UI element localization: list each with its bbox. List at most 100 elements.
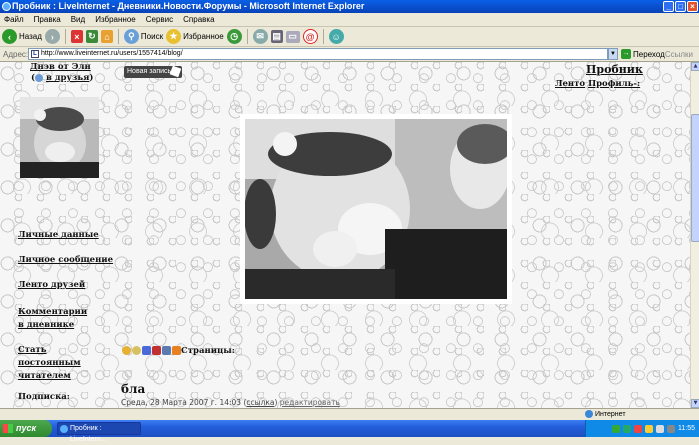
links-button[interactable]: Ссылки <box>665 50 693 59</box>
scroll-down-button[interactable]: ▼ <box>691 399 699 408</box>
security-zone: Интернет <box>585 410 626 418</box>
search-button[interactable]: ⚲ Поиск <box>123 29 164 44</box>
zone-label: Интернет <box>595 410 626 418</box>
status-bar: Интернет <box>0 408 699 420</box>
windows-flag-icon <box>3 424 13 433</box>
user-icon <box>35 73 44 82</box>
forward-button[interactable]: › <box>44 29 60 44</box>
nav-bar: Ленто Профиль-: <box>555 79 640 89</box>
home-button[interactable]: ⌂ <box>100 30 113 43</box>
history-button[interactable]: ◷ <box>226 29 242 44</box>
avatar-photo <box>20 97 99 178</box>
scroll-up-button[interactable]: ▲ <box>691 62 699 71</box>
tray-app-icon[interactable] <box>623 424 631 433</box>
menu-edit[interactable]: Правка <box>34 15 61 24</box>
print-button[interactable]: ▤ <box>270 30 283 43</box>
add-friends-link[interactable]: ( в друзья) <box>31 73 93 83</box>
scroll-thumb[interactable] <box>691 114 699 242</box>
page-icon: L <box>31 50 39 58</box>
post-edit-link[interactable]: редактировать <box>280 398 340 407</box>
toolbar-separator <box>246 29 248 44</box>
sidebar-friends-feed[interactable]: Ленто друзей <box>18 280 85 290</box>
clock: 11:55 <box>678 425 695 432</box>
ie-logo-icon <box>60 425 68 433</box>
back-label: Назад <box>19 32 42 41</box>
toolbar: ‹ Назад › × ↻ ⌂ ⚲ Поиск ★ Избранное ◷ ✉ … <box>0 27 699 47</box>
new-entry-button[interactable]: Новая запись <box>124 65 182 78</box>
toolbar-separator <box>322 29 324 44</box>
vertical-scrollbar[interactable]: ▲ ▼ <box>690 62 699 408</box>
globe-icon <box>585 410 593 418</box>
subscribe-label: Подписка: <box>18 392 70 402</box>
menu-file[interactable]: Файл <box>4 15 24 24</box>
toolbar-separator <box>117 29 119 44</box>
pencil-icon <box>169 65 182 78</box>
menu-favorites[interactable]: Избранное <box>95 15 136 24</box>
window-title-bar: Пробник : LiveInternet - Дневники.Новост… <box>0 0 699 13</box>
smile-icon[interactable] <box>132 346 141 355</box>
page-content: Днэв от Элн ( в друзья) Ленто Профиль-: … <box>0 62 690 408</box>
menu-help[interactable]: Справка <box>183 15 214 24</box>
nav-feed-link[interactable]: Ленто <box>555 79 585 89</box>
messenger-button[interactable]: ☺ <box>328 29 344 44</box>
sidebar-private-message[interactable]: Личное сообщение <box>18 255 113 265</box>
add-friends-label: в друзья <box>46 73 90 83</box>
close-button[interactable]: × <box>687 1 698 12</box>
post-date: Среда, 28 Марта 2007 г. 14:03 <box>121 398 242 407</box>
star-icon[interactable] <box>142 346 151 355</box>
address-input[interactable]: L http://www.liveinternet.ru/users/15574… <box>28 48 608 60</box>
sidebar-comments[interactable]: Комментарии в дневнике <box>18 306 88 332</box>
nav-profile-link[interactable]: Профиль-: <box>588 79 640 89</box>
mail-button[interactable]: ✉ <box>252 29 268 44</box>
post-permalink[interactable]: ссылка <box>246 398 274 407</box>
menu-view[interactable]: Вид <box>71 15 85 24</box>
post-meta: Среда, 28 Марта 2007 г. 14:03 (ссылка) р… <box>121 398 340 407</box>
post-photo <box>244 119 513 299</box>
task-label: Пробник : LiveIntern... <box>70 425 107 443</box>
system-tray: 11:55 <box>585 420 699 437</box>
favorites-button[interactable]: ★ Избранное <box>166 29 224 44</box>
tray-app-icon[interactable] <box>612 424 620 433</box>
mail-icon[interactable] <box>152 346 161 355</box>
volume-icon[interactable] <box>656 424 664 433</box>
post-title: бла <box>121 382 146 396</box>
rss-icon[interactable] <box>172 346 181 355</box>
new-entry-label: Новая запись <box>127 68 172 75</box>
pages-label: Страницы: <box>181 346 235 356</box>
start-label: пуск <box>16 423 37 433</box>
back-button[interactable]: ‹ Назад <box>2 29 42 44</box>
address-bar: Адрес: L http://www.liveinternet.ru/user… <box>0 47 699 62</box>
star-icon: ★ <box>166 29 182 44</box>
stop-button[interactable]: × <box>70 30 83 43</box>
start-button[interactable]: пуск <box>0 420 52 437</box>
at-icon[interactable]: @ <box>302 29 318 44</box>
address-label: Адрес: <box>3 50 29 59</box>
post-photo-frame <box>240 114 513 304</box>
taskbar-item-ie[interactable]: Пробник : LiveIntern... <box>57 422 141 443</box>
edit-button[interactable]: ▭ <box>285 30 300 43</box>
maximize-button[interactable]: □ <box>675 1 686 12</box>
refresh-button[interactable]: ↻ <box>85 30 98 43</box>
go-arrow-icon: → <box>621 49 631 59</box>
back-arrow-icon: ‹ <box>2 29 17 44</box>
taskbar: пуск Пробник : LiveIntern... 11:55 <box>0 420 699 443</box>
favorites-label: Избранное <box>183 32 224 41</box>
address-url: http://www.liveinternet.ru/users/1557414… <box>41 50 183 57</box>
avatar[interactable] <box>20 97 99 178</box>
print-icon[interactable] <box>162 346 171 355</box>
tray-app-icon[interactable] <box>634 424 642 433</box>
diary-title[interactable]: Днэв от Элн <box>30 62 91 72</box>
minimize-button[interactable]: _ <box>663 1 674 12</box>
sidebar-personal-data[interactable]: Личные данные <box>18 230 99 240</box>
sidebar-become-reader[interactable]: Стать постоянным читателем <box>18 344 103 383</box>
network-icon[interactable] <box>667 424 675 433</box>
smile-icon[interactable] <box>122 346 131 355</box>
search-label: Поиск <box>140 32 164 41</box>
toolbar-separator <box>64 29 66 44</box>
menu-tools[interactable]: Сервис <box>146 15 173 24</box>
address-dropdown-button[interactable]: ▼ <box>608 48 618 60</box>
menu-bar: Файл Правка Вид Избранное Сервис Справка <box>0 13 699 27</box>
go-button[interactable]: → Переход <box>621 49 665 59</box>
blog-name[interactable]: Пробник <box>586 63 643 76</box>
tray-app-icon[interactable] <box>645 424 653 433</box>
